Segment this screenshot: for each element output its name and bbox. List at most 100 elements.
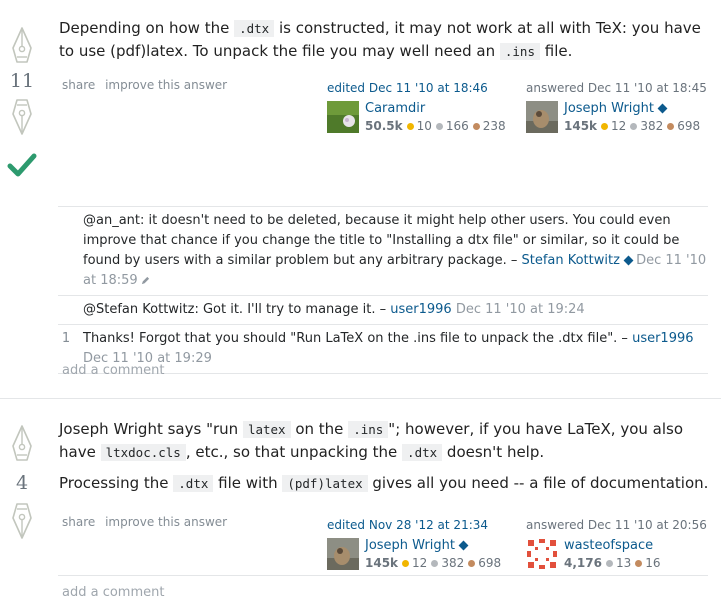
bronze-badge-count: 698 <box>677 119 701 133</box>
downvote-icon[interactable] <box>10 502 34 540</box>
answered-time: answered Dec 11 '10 at 20:56 <box>526 518 707 532</box>
inline-code: ltxdoc.cls <box>100 444 186 461</box>
comment-user[interactable]: Stefan Kottwitz <box>521 253 619 268</box>
user-name[interactable]: Caramdir <box>365 101 506 116</box>
answer-body: Depending on how the .dtx is constructed… <box>59 17 709 71</box>
user-name[interactable]: Joseph Wright <box>365 538 455 553</box>
text: file. <box>539 42 573 60</box>
comment: @an_ant: it doesn't need to be deleted, … <box>58 207 708 296</box>
silver-badge-count: 382 <box>441 556 465 570</box>
inline-code: .dtx <box>173 475 214 492</box>
silver-badge-icon <box>630 122 638 130</box>
comment: @Stefan Kottwitz: Got it. I'll try to ma… <box>58 296 708 325</box>
answer-paragraph: Depending on how the .dtx is constructed… <box>59 17 709 63</box>
bronze-badge-count: 16 <box>645 556 661 570</box>
bronze-badge-count: 698 <box>478 556 502 570</box>
editor-signature: edited Dec 11 '10 at 18:46 Caramdir 50.5… <box>327 81 506 133</box>
silver-badge-count: 13 <box>615 556 632 570</box>
bronze-badge-icon <box>667 122 675 130</box>
reputation: 145k 12 382 698 <box>365 556 501 570</box>
bronze-badge-count: 238 <box>482 119 506 133</box>
reputation: 145k 12 382 698 <box>564 119 700 133</box>
avatar[interactable] <box>327 101 359 133</box>
bronze-badge-icon <box>472 122 480 130</box>
gold-badge-count: 12 <box>611 119 627 133</box>
upvote-icon[interactable] <box>10 424 34 462</box>
comment-score: 1 <box>61 331 71 346</box>
user-name[interactable]: Joseph Wright <box>564 101 654 116</box>
inline-code: .dtx <box>234 20 275 37</box>
upvote-icon[interactable] <box>10 26 34 64</box>
share-link[interactable]: share <box>62 515 95 529</box>
text: file with <box>213 474 283 492</box>
user-name-row: Joseph Wright <box>365 538 501 553</box>
post-menu: share improve this answer <box>62 78 233 92</box>
improve-answer-link[interactable]: improve this answer <box>105 78 227 92</box>
answer-paragraph: Joseph Wright says "run latex on the .in… <box>59 418 709 464</box>
text: Processing the <box>59 474 174 492</box>
silver-badge-icon <box>431 559 439 567</box>
identicon-avatar[interactable] <box>526 538 558 570</box>
add-comment-link[interactable]: add a comment <box>62 585 164 600</box>
vote-count: 4 <box>15 472 29 494</box>
reputation-score: 145k <box>365 556 399 570</box>
silver-badge-count: 382 <box>640 119 664 133</box>
vote-column: 4 <box>0 424 44 540</box>
gold-badge-icon <box>601 122 609 130</box>
comments-list: @an_ant: it doesn't need to be deleted, … <box>58 206 708 374</box>
inline-code: .ins <box>499 43 540 60</box>
answered-time: answered Dec 11 '10 at 18:45 <box>526 81 707 95</box>
accepted-checkmark-icon[interactable] <box>7 152 37 178</box>
gold-badge-icon <box>406 122 414 130</box>
reputation-score: 50.5k <box>365 119 403 133</box>
post-menu: share improve this answer <box>62 515 233 529</box>
add-comment-link[interactable]: add a comment <box>62 363 164 378</box>
reputation: 50.5k 10 166 238 <box>365 119 506 133</box>
silver-badge-count: 166 <box>445 119 469 133</box>
text: Depending on how the <box>59 19 235 37</box>
answer-divider <box>0 398 721 399</box>
edited-link[interactable]: edited Nov 28 '12 at 21:34 <box>327 518 501 532</box>
gold-badge-count: 12 <box>412 556 428 570</box>
silver-badge-icon <box>605 559 613 567</box>
author-signature: answered Dec 11 '10 at 20:56 wasteofspac… <box>526 518 707 570</box>
bronze-badge-icon <box>468 559 476 567</box>
text: doesn't help. <box>442 443 545 461</box>
bronze-badge-icon <box>635 559 643 567</box>
reputation: 4,176 13 16 <box>564 556 661 570</box>
edited-link[interactable]: edited Dec 11 '10 at 18:46 <box>327 81 506 95</box>
user-name-row: Joseph Wright <box>564 101 700 116</box>
improve-answer-link[interactable]: improve this answer <box>105 515 227 529</box>
comment-text: Thanks! Forgot that you should "Run LaTe… <box>83 331 633 346</box>
user-name[interactable]: wasteofspace <box>564 538 661 553</box>
comment-user[interactable]: user1996 <box>390 302 451 317</box>
reputation-score: 4,176 <box>564 556 602 570</box>
gold-badge-icon <box>402 559 410 567</box>
inline-code: .dtx <box>402 444 443 461</box>
text: , etc., so that unpacking the <box>185 443 403 461</box>
vote-column: 11 <box>0 26 44 178</box>
author-signature: answered Dec 11 '10 at 18:45 Joseph Wrig… <box>526 81 707 133</box>
vote-count: 11 <box>9 70 35 92</box>
avatar[interactable] <box>526 101 558 133</box>
comments-divider <box>58 575 708 576</box>
share-link[interactable]: share <box>62 78 95 92</box>
text: gives all you need -- a file of document… <box>367 474 709 492</box>
text: Joseph Wright says "run <box>59 420 243 438</box>
answer-paragraph: Processing the .dtx file with (pdf)latex… <box>59 472 709 495</box>
edited-pencil-icon <box>141 276 149 285</box>
moderator-diamond-icon <box>657 103 668 114</box>
silver-badge-icon <box>435 122 443 130</box>
comment-date[interactable]: Dec 11 '10 at 19:24 <box>456 302 585 317</box>
inline-code: .ins <box>348 421 389 438</box>
downvote-icon[interactable] <box>10 98 34 136</box>
inline-code: (pdf)latex <box>282 475 368 492</box>
editor-signature: edited Nov 28 '12 at 21:34 Joseph Wright… <box>327 518 501 570</box>
comment-text: @Stefan Kottwitz: Got it. I'll try to ma… <box>83 302 391 317</box>
comment-user[interactable]: user1996 <box>632 331 693 346</box>
gold-badge-count: 10 <box>416 119 432 133</box>
avatar[interactable] <box>327 538 359 570</box>
reputation-score: 145k <box>564 119 598 133</box>
inline-code: latex <box>242 421 291 438</box>
moderator-diamond-icon <box>623 255 634 266</box>
